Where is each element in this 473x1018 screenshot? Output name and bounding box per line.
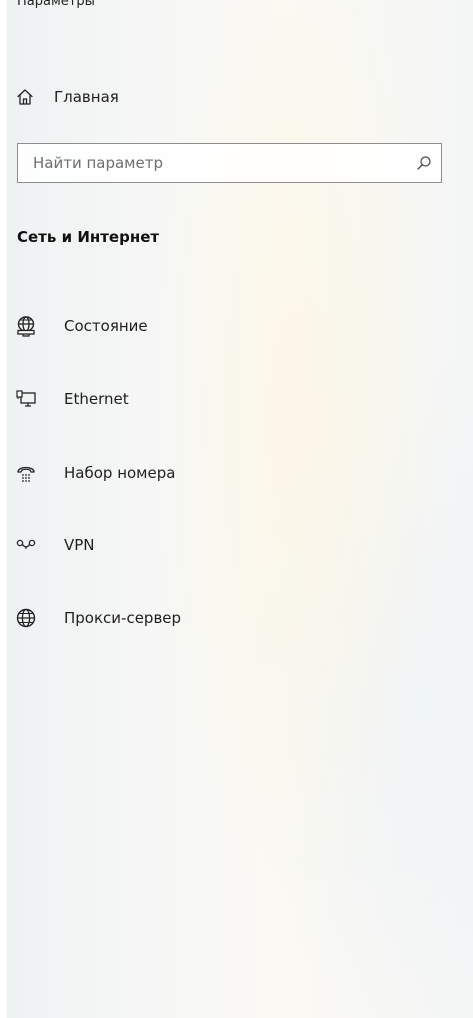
nav-item-label: Прокси-сервер	[64, 609, 182, 627]
globe-icon	[14, 606, 38, 630]
window-title: Параметры	[17, 0, 95, 9]
home-icon	[14, 86, 36, 108]
search-icon[interactable]	[407, 144, 441, 182]
nav-item-label: Состояние	[64, 317, 148, 335]
nav-item-ethernet[interactable]: Ethernet	[14, 382, 454, 416]
section-heading: Сеть и Интернет	[17, 228, 160, 246]
search-box[interactable]	[17, 143, 442, 183]
nav-item-vpn[interactable]: VPN	[14, 528, 454, 562]
nav-item-proxy[interactable]: Прокси-сервер	[14, 601, 454, 635]
vpn-icon	[14, 533, 38, 557]
nav-item-label: VPN	[64, 536, 95, 554]
nav-item-label: Набор номера	[64, 464, 176, 482]
search-input[interactable]	[18, 144, 407, 182]
dial-up-icon	[14, 461, 38, 485]
home-label: Главная	[54, 88, 119, 106]
home-nav-item[interactable]: Главная	[14, 82, 119, 112]
nav-item-label: Ethernet	[64, 390, 129, 408]
settings-navigation-pane: Параметры Главная Сеть и Интернет	[0, 0, 473, 1018]
nav-item-dial-up[interactable]: Набор номера	[14, 456, 454, 490]
window-edge	[0, 0, 7, 1018]
nav-item-status[interactable]: Состояние	[14, 309, 454, 343]
globe-network-icon	[14, 314, 38, 338]
ethernet-icon	[14, 387, 38, 411]
